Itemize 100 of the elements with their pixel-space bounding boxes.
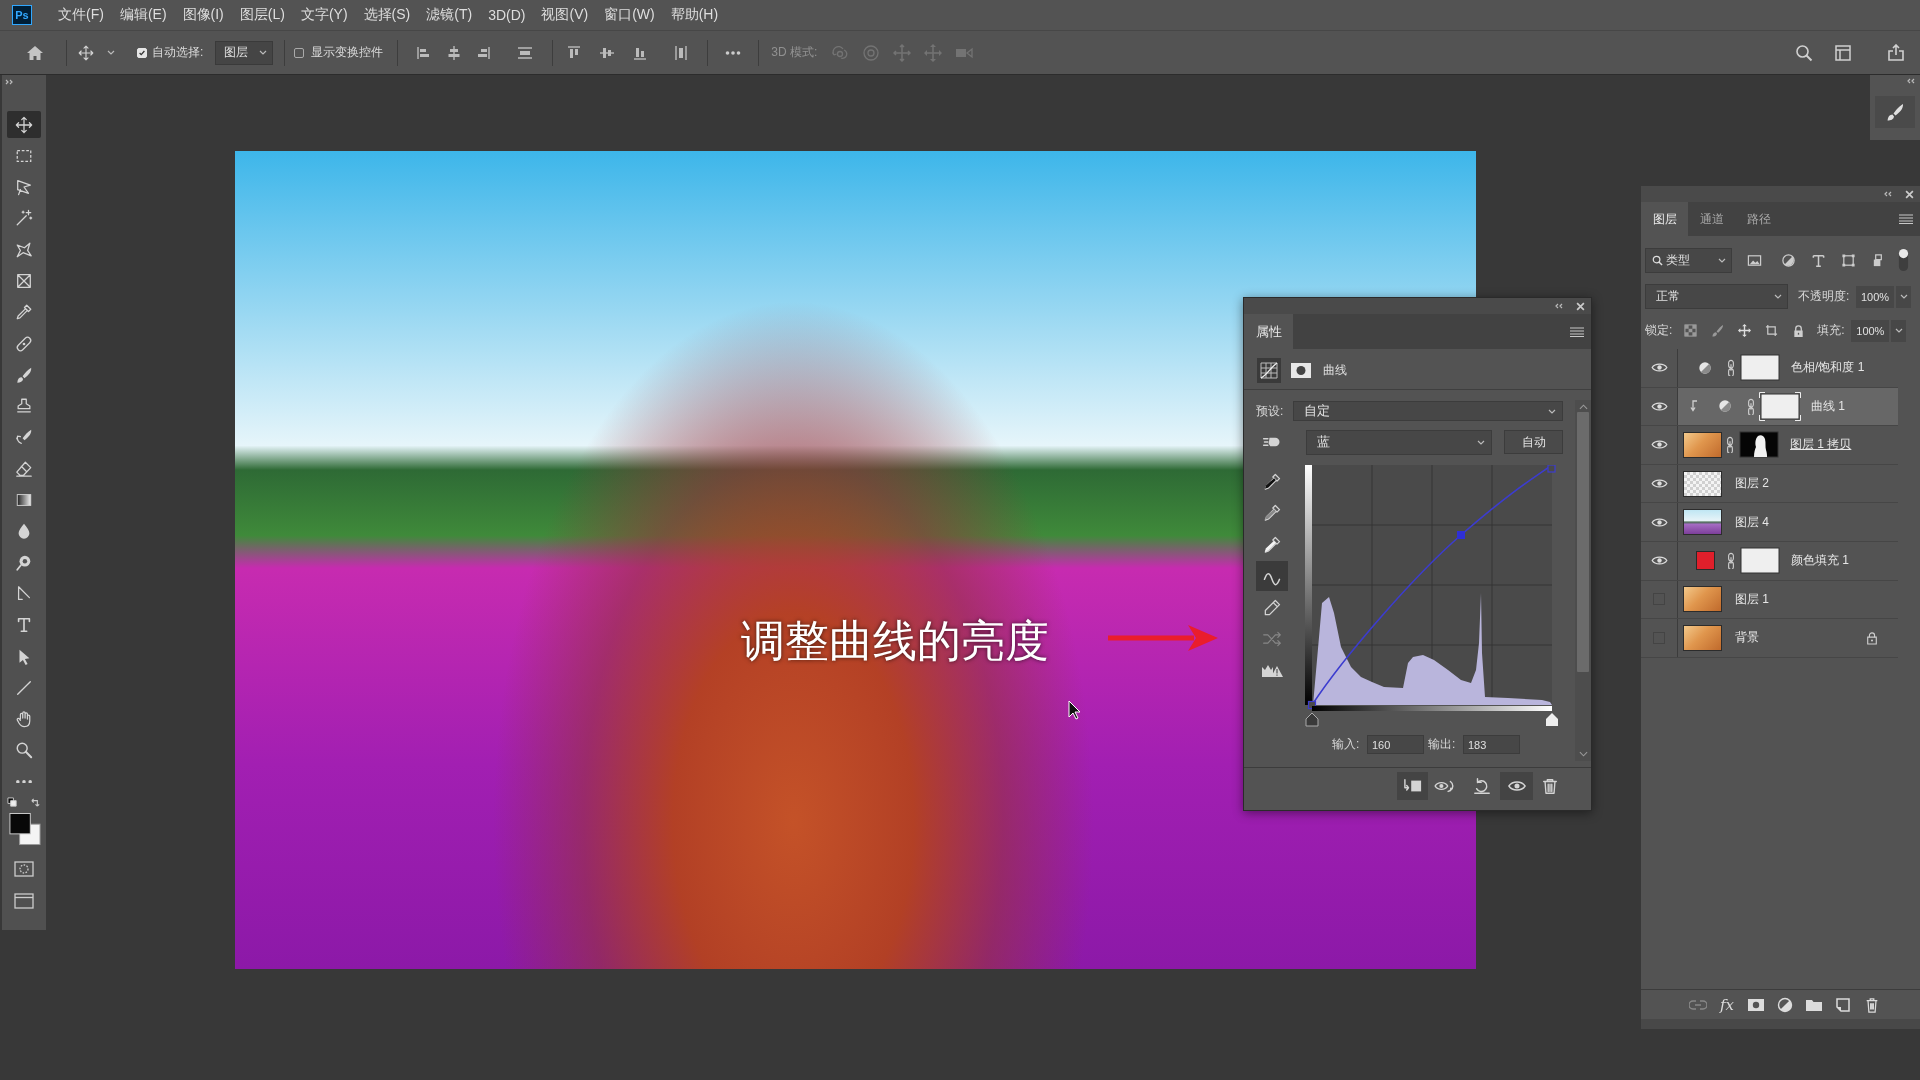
- auto-select-checkbox[interactable]: [137, 47, 147, 58]
- properties-tab[interactable]: 属性: [1244, 314, 1293, 349]
- panel-tab[interactable]: 图层: [1641, 202, 1688, 236]
- quick-mask-icon[interactable]: [14, 861, 34, 878]
- menu-item[interactable]: 3D(D): [488, 7, 526, 23]
- align-right-icon[interactable]: [475, 44, 492, 61]
- fill-field[interactable]: 100%: [1851, 319, 1890, 342]
- mask-thumbnail[interactable]: [1759, 391, 1801, 421]
- blend-mode-dropdown[interactable]: 正常: [1645, 284, 1788, 309]
- channel-dropdown[interactable]: 蓝: [1306, 429, 1492, 455]
- menu-item[interactable]: 滤镜(T): [426, 6, 473, 24]
- link-icon[interactable]: [1727, 359, 1735, 377]
- layer-row[interactable]: 图层 1: [1641, 580, 1898, 620]
- filter-toggle-icon[interactable]: [1898, 248, 1909, 272]
- menu-icon[interactable]: [1570, 326, 1584, 337]
- home-icon[interactable]: [26, 43, 44, 62]
- menu-item[interactable]: 选择(S): [363, 6, 411, 24]
- more-options-icon[interactable]: [725, 49, 742, 56]
- menu-item[interactable]: 图层(L): [239, 6, 285, 24]
- output-value-field[interactable]: 183: [1463, 735, 1520, 754]
- mask-thumbnail[interactable]: [1739, 353, 1781, 383]
- menu-item[interactable]: 编辑(E): [119, 6, 167, 24]
- move-icon[interactable]: [1738, 324, 1752, 337]
- move-icon[interactable]: [78, 44, 94, 61]
- menu-item[interactable]: 窗口(W): [604, 6, 655, 24]
- mask-thumbnail[interactable]: [1739, 546, 1781, 576]
- curves-grid-icon[interactable]: [1257, 358, 1281, 383]
- adjustment-layer-icon[interactable]: [1776, 996, 1794, 1013]
- brush-icon[interactable]: [1711, 324, 1725, 337]
- eye-icon[interactable]: [1650, 439, 1668, 451]
- menu-item[interactable]: 帮助(H): [670, 6, 719, 24]
- layer-row[interactable]: 图层 2: [1641, 464, 1898, 504]
- panel-tab[interactable]: 通道: [1688, 202, 1735, 236]
- layer-style-button[interactable]: fx: [1718, 994, 1736, 1015]
- mask-thumbnail[interactable]: [1738, 430, 1780, 460]
- eye-icon[interactable]: [1650, 555, 1668, 567]
- close-icon[interactable]: [1905, 189, 1914, 199]
- eye-icon[interactable]: [1650, 362, 1668, 374]
- swap-arrows-icon[interactable]: [30, 797, 41, 809]
- workspace-icon[interactable]: [1834, 43, 1852, 62]
- preset-dropdown[interactable]: 自定: [1293, 401, 1563, 421]
- shape-filter-icon[interactable]: [1841, 252, 1856, 268]
- type-filter-icon[interactable]: [1811, 252, 1826, 268]
- shadow-marker-icon[interactable]: [1305, 712, 1319, 727]
- eye-button[interactable]: [1500, 772, 1533, 800]
- auto-select-target-dropdown[interactable]: 图层: [215, 40, 274, 65]
- collapse-chevrons-icon[interactable]: [1554, 303, 1564, 309]
- add-mask-icon[interactable]: [1747, 996, 1765, 1013]
- clip-to-layer-button[interactable]: [1397, 772, 1428, 800]
- default-colors-icon[interactable]: [7, 797, 18, 809]
- collapse-chevrons-icon[interactable]: [1883, 191, 1893, 197]
- adjustment-filter-icon[interactable]: [1781, 252, 1796, 268]
- curve-wave-button[interactable]: [1256, 561, 1288, 591]
- screen-mode-icon[interactable]: [14, 893, 34, 910]
- filter-type-dropdown[interactable]: 类型: [1645, 247, 1732, 273]
- input-value-field[interactable]: 160: [1367, 735, 1424, 754]
- scrollbar-thumb[interactable]: [1577, 412, 1589, 672]
- image-filter-icon[interactable]: [1747, 252, 1762, 268]
- auto-button[interactable]: 自动: [1504, 430, 1563, 454]
- eye-icon[interactable]: [1650, 478, 1668, 490]
- close-icon[interactable]: [1576, 301, 1585, 311]
- opacity-field[interactable]: 100%: [1856, 285, 1894, 308]
- menu-item[interactable]: 视图(V): [541, 6, 589, 24]
- highlight-marker-icon[interactable]: [1546, 713, 1558, 726]
- link-icon[interactable]: [1726, 436, 1734, 454]
- link-icon[interactable]: [1747, 397, 1755, 415]
- scroll-up-icon[interactable]: [1578, 404, 1588, 410]
- menu-item[interactable]: 文字(Y): [300, 6, 348, 24]
- caret-icon[interactable]: [107, 50, 115, 55]
- checkerboard-icon[interactable]: [1684, 324, 1698, 337]
- layer-row[interactable]: 色相/饱和度 1: [1641, 349, 1898, 388]
- crop-icon[interactable]: [1765, 324, 1779, 337]
- distribute-vertical-icon[interactable]: [673, 44, 690, 61]
- eye-icon[interactable]: [1650, 400, 1668, 412]
- distribute-icon[interactable]: [517, 44, 534, 61]
- lock-icon[interactable]: [1792, 324, 1806, 337]
- expand-chevrons-icon[interactable]: [1906, 78, 1916, 84]
- align-center-icon[interactable]: [446, 44, 463, 61]
- curves-graph[interactable]: [1311, 465, 1553, 706]
- expand-chevrons-icon[interactable]: [5, 79, 15, 85]
- transform-controls-checkbox[interactable]: [294, 47, 305, 58]
- color-swatches-icon[interactable]: [7, 813, 41, 847]
- layer-row[interactable]: 颜色填充 1: [1641, 541, 1898, 581]
- new-layer-icon[interactable]: [1834, 996, 1852, 1013]
- scroll-down-icon[interactable]: [1578, 751, 1588, 757]
- eye-icon[interactable]: [1650, 516, 1668, 528]
- brush-settings-button[interactable]: [1875, 96, 1915, 128]
- menu-item[interactable]: 图像(I): [182, 6, 224, 24]
- menu-icon[interactable]: [1899, 214, 1913, 224]
- search-icon[interactable]: [1795, 43, 1813, 62]
- menu-item[interactable]: 文件(F): [58, 6, 104, 24]
- link-icon[interactable]: [1727, 552, 1735, 570]
- move-tool-button[interactable]: [7, 111, 41, 138]
- layer-row[interactable]: 背景: [1641, 619, 1898, 658]
- panel-tab[interactable]: 路径: [1735, 202, 1782, 236]
- share-icon[interactable]: [1887, 43, 1905, 62]
- scrollbar[interactable]: [1575, 400, 1591, 761]
- align-top-icon[interactable]: [566, 44, 583, 61]
- layer-row[interactable]: 图层 4: [1641, 503, 1898, 542]
- layer-row[interactable]: 图层 1 拷贝: [1641, 426, 1898, 465]
